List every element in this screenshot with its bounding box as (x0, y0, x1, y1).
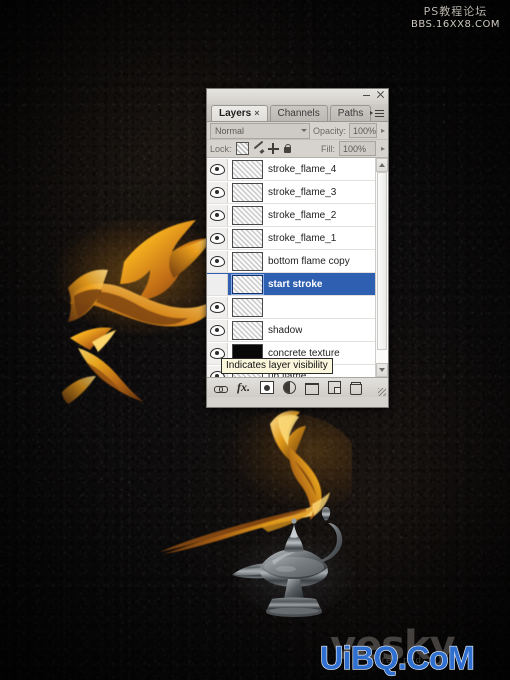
blend-mode-value: Normal (215, 125, 245, 136)
watermark-top-line2: BBS.16XX8.COM (410, 18, 500, 30)
layer-visibility-toggle[interactable] (207, 296, 228, 318)
layer-visibility-toggle[interactable] (207, 158, 228, 180)
layer-row[interactable]: stroke_flame_2 (207, 204, 376, 227)
layer-name: start stroke (268, 278, 323, 290)
layers-panel: Layers × Channels Paths Normal Opacity: 1… (206, 88, 389, 408)
eye-icon (209, 209, 225, 221)
eye-icon (209, 324, 225, 336)
layer-thumbnail[interactable] (232, 228, 263, 248)
layer-name: stroke_flame_4 (268, 163, 337, 175)
fill-value: 100% (342, 143, 367, 154)
lock-image-pixels-icon[interactable] (253, 143, 264, 154)
layer-style-fx-icon[interactable]: fx. (237, 381, 251, 394)
layer-row[interactable] (207, 296, 376, 319)
layer-thumbnail[interactable] (232, 159, 263, 179)
opacity-label: Opacity: (313, 125, 347, 136)
watermark-top-line1: PS教程论坛 (423, 5, 488, 18)
layers-scrollbar[interactable] (375, 158, 388, 377)
panel-menu-icon[interactable] (370, 108, 384, 120)
fill-label: Fill: (320, 143, 335, 154)
watermark-top: PS教程论坛 BBS.16XX8.COM (411, 5, 500, 31)
window-buttons (362, 90, 385, 99)
tab-layers-label: Layers (219, 108, 252, 119)
eye-icon (209, 301, 225, 313)
opacity-input[interactable]: 100% (349, 123, 378, 138)
lock-position-icon[interactable] (267, 143, 279, 154)
minimize-icon[interactable] (362, 90, 371, 99)
layer-visibility-toggle[interactable] (207, 319, 228, 341)
layer-visibility-toggle[interactable] (207, 204, 228, 226)
layer-visibility-toggle[interactable] (207, 273, 228, 295)
lock-row: Lock: Fill: 100% ▸ (207, 140, 388, 158)
canvas-stage: PS教程论坛 BBS.16XX8.COM vesky Free psd UiBQ… (0, 0, 510, 680)
link-layers-icon[interactable] (214, 381, 228, 394)
layer-row[interactable]: stroke_flame_3 (207, 181, 376, 204)
new-adjustment-layer-icon[interactable] (283, 381, 296, 394)
tab-channels-label: Channels (277, 108, 320, 119)
fill-input[interactable]: 100% (338, 141, 376, 156)
layer-thumbnail[interactable] (232, 297, 263, 317)
blend-mode-select[interactable]: Normal (210, 122, 310, 139)
scrollbar-thumb[interactable] (377, 172, 387, 350)
layer-list: stroke_flame_4 stroke_flame_3 stroke_fla… (207, 158, 376, 377)
add-layer-mask-icon[interactable] (260, 381, 274, 394)
scrollbar-track[interactable] (376, 172, 388, 363)
opacity-slider-arrow-icon[interactable]: ▸ (381, 126, 385, 135)
layer-thumbnail[interactable] (232, 205, 263, 225)
layer-row[interactable]: bottom flame copy (207, 250, 376, 273)
layer-visibility-toggle[interactable] (207, 227, 228, 249)
new-group-icon[interactable] (305, 382, 319, 395)
panel-tabstrip: Layers × Channels Paths (207, 104, 388, 122)
eye-icon (209, 186, 225, 198)
tab-paths[interactable]: Paths (329, 105, 372, 121)
layer-name: stroke_flame_2 (268, 209, 337, 221)
opacity-value: 100% (353, 125, 377, 136)
visibility-tooltip: Indicates layer visibility (221, 358, 333, 374)
panel-footer-toolbar: fx. (207, 377, 388, 397)
tab-layers[interactable]: Layers × (211, 105, 268, 121)
layer-name: shadow (268, 324, 303, 336)
new-layer-icon[interactable] (328, 381, 341, 394)
eye-icon (209, 255, 225, 267)
resize-grip-icon[interactable] (378, 388, 386, 396)
layer-thumbnail[interactable] (232, 251, 263, 271)
layer-visibility-toggle[interactable] (207, 250, 228, 272)
layer-name: stroke_flame_3 (268, 186, 337, 198)
layer-thumbnail[interactable] (231, 273, 264, 295)
eye-icon (209, 347, 225, 359)
lock-transparent-pixels-icon[interactable] (235, 142, 249, 155)
layer-thumbnail[interactable] (232, 320, 263, 340)
chevron-down-icon[interactable] (301, 129, 307, 132)
layer-name: bottom flame copy (268, 255, 350, 267)
fill-slider-arrow-icon[interactable]: ▸ (381, 144, 385, 153)
watermark-uibq: UiBQ.CoM (319, 639, 475, 676)
layer-row[interactable]: shadow (207, 319, 376, 342)
close-icon[interactable] (376, 90, 385, 99)
layer-name: stroke_flame_1 (268, 232, 337, 244)
layer-row-selected[interactable]: start stroke (207, 273, 376, 296)
eye-icon (209, 232, 225, 244)
layer-row[interactable]: stroke_flame_4 (207, 158, 376, 181)
layer-row[interactable]: stroke_flame_1 (207, 227, 376, 250)
eye-icon (209, 163, 225, 175)
blend-mode-row: Normal Opacity: 100% ▸ (207, 122, 388, 140)
scroll-down-icon[interactable] (376, 363, 388, 377)
lock-all-icon[interactable] (283, 143, 292, 154)
tab-channels[interactable]: Channels (269, 105, 328, 121)
delete-layer-icon[interactable] (350, 382, 362, 395)
layers-list-area: stroke_flame_4 stroke_flame_3 stroke_fla… (207, 158, 388, 377)
tab-close-icon[interactable]: × (254, 108, 259, 118)
panel-title-bar (207, 89, 388, 104)
tab-paths-label: Paths (337, 108, 364, 119)
layer-name: concrete texture (268, 347, 340, 359)
layer-visibility-toggle[interactable] (207, 181, 228, 203)
layer-thumbnail[interactable] (232, 182, 263, 202)
scroll-up-icon[interactable] (376, 158, 388, 172)
lock-label: Lock: (210, 143, 232, 154)
